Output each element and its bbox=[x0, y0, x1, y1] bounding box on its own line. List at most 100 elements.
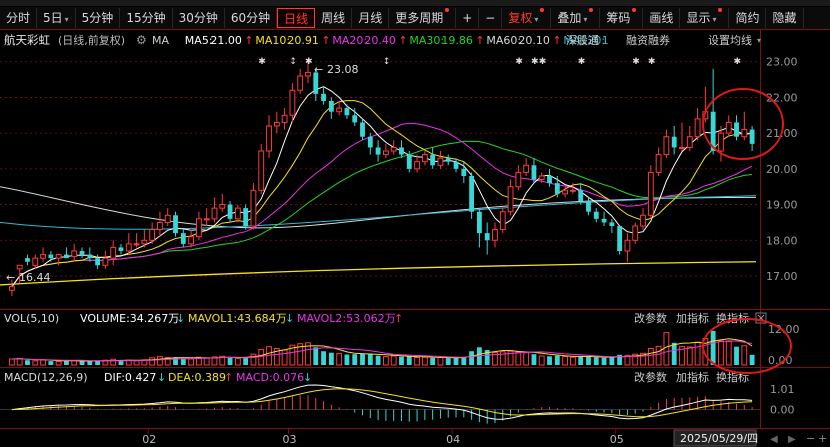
toolbar-item-13[interactable]: 叠加 ▾ bbox=[551, 8, 601, 28]
toolbar-item-18[interactable]: 隐藏 bbox=[766, 8, 804, 28]
candle-body bbox=[569, 189, 576, 192]
candle-body bbox=[344, 108, 350, 116]
macd-add-indicator[interactable]: 加指标 bbox=[676, 370, 709, 384]
toolbar-item-0[interactable]: 分时 bbox=[0, 8, 38, 28]
toolbar-item-4[interactable]: 30分钟 bbox=[173, 8, 225, 28]
volume-bar bbox=[25, 360, 30, 365]
set-ma-chevron-icon[interactable]: ▾ bbox=[757, 36, 761, 45]
volume-bar bbox=[655, 345, 662, 366]
toolbar-item-10[interactable]: + bbox=[456, 8, 480, 28]
vol-add-indicator[interactable]: 加指标 bbox=[676, 311, 709, 325]
link-hk-connect[interactable]: 深股通 bbox=[566, 34, 599, 47]
period-toolbar: 分时 5日 ▾ 5分钟 15分钟 30分钟 60分钟 日线 周线 月线 更多周期 + − 复权 ▾ 叠加 ▾ 筹码… bbox=[0, 7, 830, 29]
volume-bar bbox=[95, 360, 101, 365]
macd-edit-params[interactable]: 改参数 bbox=[634, 370, 667, 384]
candle-body bbox=[725, 121, 732, 134]
stock-chart[interactable]: 23.0022.0021.0020.0019.0018.0017.00 12.0… bbox=[0, 29, 830, 447]
candle-body bbox=[328, 101, 334, 112]
vol-indicator-name[interactable]: VOL(5,10) bbox=[4, 312, 59, 325]
link-set-ma[interactable]: 设置均线 bbox=[708, 33, 752, 47]
volume-bar bbox=[367, 354, 373, 365]
toolbar-item-7[interactable]: 周线 bbox=[315, 8, 353, 28]
macd-indicator-name[interactable]: MACD(12,26,9) bbox=[4, 371, 88, 384]
candle-body bbox=[8, 286, 15, 291]
toolbar-item-1[interactable]: 5日 ▾ bbox=[37, 8, 76, 28]
candle-body bbox=[554, 183, 560, 194]
volume-bar bbox=[180, 358, 186, 365]
candle-body bbox=[203, 218, 210, 221]
volume-bar bbox=[64, 360, 69, 365]
volume-bar bbox=[523, 352, 530, 366]
toolbar-item-label: 5分钟 bbox=[81, 11, 114, 25]
vol-edit-params[interactable]: 改参数 bbox=[634, 311, 667, 325]
toolbar-item-8[interactable]: 月线 bbox=[352, 8, 390, 28]
candle-body bbox=[414, 161, 420, 170]
candle bbox=[617, 226, 623, 255]
volume-bar bbox=[515, 351, 522, 366]
volume-bar bbox=[749, 354, 755, 365]
candle-body bbox=[211, 207, 218, 220]
toolbar-item-15[interactable]: 画线 bbox=[643, 8, 681, 28]
toolbar-item-11[interactable]: − bbox=[479, 8, 503, 28]
volume-bar bbox=[725, 341, 732, 366]
signal-marker-icon: ✱ bbox=[305, 57, 313, 67]
macd-arrow: ↓ bbox=[303, 371, 312, 384]
candle-body bbox=[16, 264, 23, 270]
toolbar-item-2[interactable]: 5分钟 bbox=[76, 8, 121, 28]
month-label: 05 bbox=[610, 433, 624, 446]
link-margin[interactable]: 融资融券 bbox=[626, 33, 670, 47]
candle-body bbox=[445, 158, 451, 162]
signal-marker-icon: ↕ bbox=[383, 57, 391, 67]
zoom-in-icon[interactable]: + bbox=[818, 432, 827, 445]
candle-body bbox=[195, 218, 202, 238]
candle-body bbox=[632, 225, 639, 241]
settings-gear-icon[interactable]: ⚙ bbox=[136, 33, 147, 47]
candle-body bbox=[32, 257, 39, 266]
toolbar-item-17[interactable]: 简约 bbox=[729, 8, 767, 28]
dropdown-chevron-icon: ▾ bbox=[534, 15, 539, 24]
notification-dot-icon bbox=[632, 8, 637, 12]
volume-bar bbox=[352, 354, 358, 365]
zoom-out-icon[interactable]: − bbox=[806, 432, 815, 445]
candle-body bbox=[188, 236, 195, 245]
candle-body bbox=[617, 226, 623, 251]
volume-bar bbox=[157, 356, 163, 366]
low-value: 16.44 bbox=[19, 271, 51, 284]
scroll-left-icon[interactable]: ◀ bbox=[770, 434, 778, 445]
toolbar-item-5[interactable]: 60分钟 bbox=[225, 8, 278, 28]
ma-legend-label: MA20: bbox=[332, 34, 367, 47]
candle-body bbox=[686, 136, 693, 148]
toolbar-item-9[interactable]: 更多周期 bbox=[389, 8, 457, 28]
low-arrow-icon: ← bbox=[6, 271, 15, 284]
volume-bar bbox=[718, 340, 724, 366]
candle-body bbox=[180, 233, 186, 244]
toolbar-item-16[interactable]: 显示 ▾ bbox=[680, 8, 730, 28]
toolbar-item-6[interactable]: 日线 bbox=[277, 8, 316, 28]
volume-bar bbox=[55, 360, 62, 366]
candle-body bbox=[305, 71, 311, 77]
vol-value: VOLUME:34.267万 bbox=[80, 312, 179, 325]
volume-bar bbox=[569, 356, 576, 366]
volume-bar bbox=[243, 357, 249, 365]
toolbar-item-14[interactable]: 筹码 bbox=[600, 8, 644, 28]
candle-body bbox=[95, 258, 101, 266]
candle-body bbox=[367, 136, 373, 148]
candle-body bbox=[64, 254, 69, 259]
toolbar-item-3[interactable]: 15分钟 bbox=[120, 8, 173, 28]
signal-marker-icon: ✱ bbox=[531, 57, 539, 67]
vol-switch-indicator[interactable]: 换指标 bbox=[716, 311, 749, 325]
scroll-right-icon[interactable]: ▶ bbox=[788, 434, 796, 445]
volume-bar bbox=[406, 356, 412, 365]
mavol2-value: MAVOL2:53.062万 bbox=[297, 312, 396, 325]
candle-body bbox=[484, 233, 490, 241]
dif-arrow: ↓ bbox=[157, 371, 166, 384]
toolbar-item-12[interactable]: 复权 ▾ bbox=[502, 8, 552, 28]
candle-body bbox=[118, 247, 124, 251]
candle bbox=[258, 143, 265, 194]
candle-body bbox=[141, 239, 148, 245]
candle-body bbox=[399, 147, 404, 155]
mavol1-arrow: ↓ bbox=[285, 312, 294, 325]
candle bbox=[243, 204, 249, 230]
candle-body bbox=[281, 114, 288, 123]
volume-bar bbox=[313, 347, 319, 365]
